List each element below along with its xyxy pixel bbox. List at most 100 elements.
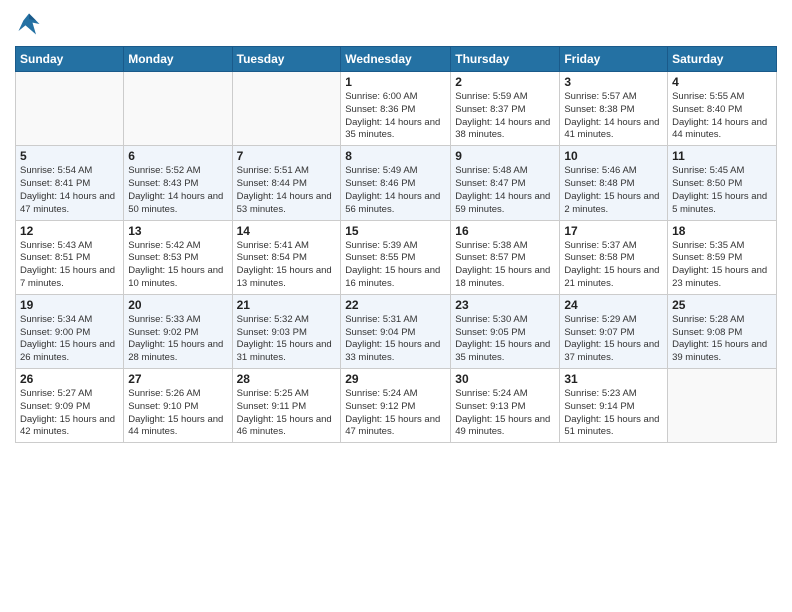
calendar-col-header: Thursday [451, 47, 560, 72]
calendar-week-row: 1 Sunrise: 6:00 AM Sunset: 8:36 PM Daylig… [16, 72, 777, 146]
logo-icon [15, 10, 43, 38]
day-number: 16 [455, 224, 555, 238]
day-number: 20 [128, 298, 227, 312]
calendar-cell: 24 Sunrise: 5:29 AM Sunset: 9:07 PM Dayli… [560, 294, 668, 368]
day-number: 10 [564, 149, 663, 163]
calendar-cell: 19Sunrise: 5:34 AM Sunset: 9:00 PM Dayli… [16, 294, 124, 368]
calendar-week-row: 19Sunrise: 5:34 AM Sunset: 9:00 PM Dayli… [16, 294, 777, 368]
day-info: Sunrise: 5:48 AM Sunset: 8:47 PM Dayligh… [455, 165, 555, 216]
calendar-cell: 15Sunrise: 5:39 AM Sunset: 8:55 PM Dayli… [341, 220, 451, 294]
calendar-col-header: Sunday [16, 47, 124, 72]
calendar-cell: 17 Sunrise: 5:37 AM Sunset: 8:58 PM Dayli… [560, 220, 668, 294]
calendar-week-row: 5 Sunrise: 5:54 AM Sunset: 8:41 PM Daylig… [16, 146, 777, 220]
day-number: 23 [455, 298, 555, 312]
calendar-cell: 30 Sunrise: 5:24 AM Sunset: 9:13 PM Dayli… [451, 369, 560, 443]
calendar-cell: 28 Sunrise: 5:25 AM Sunset: 9:11 PM Dayli… [232, 369, 341, 443]
calendar: SundayMondayTuesdayWednesdayThursdayFrid… [15, 46, 777, 443]
day-info: Sunrise: 5:43 AM Sunset: 8:51 PM Dayligh… [20, 240, 119, 291]
day-info: Sunrise: 5:55 AM Sunset: 8:40 PM Dayligh… [672, 91, 772, 142]
calendar-cell: 20 Sunrise: 5:33 AM Sunset: 9:02 PM Dayli… [124, 294, 232, 368]
calendar-cell: 29Sunrise: 5:24 AM Sunset: 9:12 PM Dayli… [341, 369, 451, 443]
calendar-cell: 16 Sunrise: 5:38 AM Sunset: 8:57 PM Dayli… [451, 220, 560, 294]
day-info: Sunrise: 5:32 AM Sunset: 9:03 PM Dayligh… [237, 314, 337, 365]
day-info: Sunrise: 5:26 AM Sunset: 9:10 PM Dayligh… [128, 388, 227, 439]
calendar-cell: 6Sunrise: 5:52 AM Sunset: 8:43 PM Daylig… [124, 146, 232, 220]
day-info: Sunrise: 5:38 AM Sunset: 8:57 PM Dayligh… [455, 240, 555, 291]
day-info: Sunrise: 5:34 AM Sunset: 9:00 PM Dayligh… [20, 314, 119, 365]
calendar-cell: 1 Sunrise: 6:00 AM Sunset: 8:36 PM Daylig… [341, 72, 451, 146]
calendar-cell: 5 Sunrise: 5:54 AM Sunset: 8:41 PM Daylig… [16, 146, 124, 220]
day-info: Sunrise: 5:29 AM Sunset: 9:07 PM Dayligh… [564, 314, 663, 365]
day-info: Sunrise: 5:57 AM Sunset: 8:38 PM Dayligh… [564, 91, 663, 142]
day-info: Sunrise: 5:27 AM Sunset: 9:09 PM Dayligh… [20, 388, 119, 439]
day-number: 28 [237, 372, 337, 386]
day-info: Sunrise: 5:33 AM Sunset: 9:02 PM Dayligh… [128, 314, 227, 365]
calendar-cell: 23 Sunrise: 5:30 AM Sunset: 9:05 PM Dayli… [451, 294, 560, 368]
logo [15, 10, 47, 38]
day-number: 30 [455, 372, 555, 386]
day-number: 17 [564, 224, 663, 238]
calendar-cell: 10 Sunrise: 5:46 AM Sunset: 8:48 PM Dayli… [560, 146, 668, 220]
calendar-week-row: 12Sunrise: 5:43 AM Sunset: 8:51 PM Dayli… [16, 220, 777, 294]
day-info: Sunrise: 5:39 AM Sunset: 8:55 PM Dayligh… [345, 240, 446, 291]
day-info: Sunrise: 5:54 AM Sunset: 8:41 PM Dayligh… [20, 165, 119, 216]
day-number: 1 [345, 75, 446, 89]
day-number: 6 [128, 149, 227, 163]
day-info: Sunrise: 5:41 AM Sunset: 8:54 PM Dayligh… [237, 240, 337, 291]
day-number: 31 [564, 372, 663, 386]
calendar-col-header: Wednesday [341, 47, 451, 72]
day-number: 22 [345, 298, 446, 312]
calendar-cell: 13Sunrise: 5:42 AM Sunset: 8:53 PM Dayli… [124, 220, 232, 294]
calendar-col-header: Friday [560, 47, 668, 72]
calendar-cell: 9 Sunrise: 5:48 AM Sunset: 8:47 PM Daylig… [451, 146, 560, 220]
calendar-header-row: SundayMondayTuesdayWednesdayThursdayFrid… [16, 47, 777, 72]
day-number: 5 [20, 149, 119, 163]
day-info: Sunrise: 5:59 AM Sunset: 8:37 PM Dayligh… [455, 91, 555, 142]
calendar-cell: 2 Sunrise: 5:59 AM Sunset: 8:37 PM Daylig… [451, 72, 560, 146]
calendar-cell: 31 Sunrise: 5:23 AM Sunset: 9:14 PM Dayli… [560, 369, 668, 443]
calendar-cell: 26 Sunrise: 5:27 AM Sunset: 9:09 PM Dayli… [16, 369, 124, 443]
calendar-cell [668, 369, 777, 443]
calendar-col-header: Saturday [668, 47, 777, 72]
calendar-cell: 21Sunrise: 5:32 AM Sunset: 9:03 PM Dayli… [232, 294, 341, 368]
day-info: Sunrise: 5:42 AM Sunset: 8:53 PM Dayligh… [128, 240, 227, 291]
day-number: 4 [672, 75, 772, 89]
calendar-cell: 25 Sunrise: 5:28 AM Sunset: 9:08 PM Dayli… [668, 294, 777, 368]
calendar-cell [16, 72, 124, 146]
day-number: 18 [672, 224, 772, 238]
calendar-cell [232, 72, 341, 146]
day-number: 11 [672, 149, 772, 163]
day-number: 26 [20, 372, 119, 386]
calendar-cell: 14Sunrise: 5:41 AM Sunset: 8:54 PM Dayli… [232, 220, 341, 294]
day-number: 9 [455, 149, 555, 163]
day-number: 24 [564, 298, 663, 312]
calendar-cell: 8Sunrise: 5:49 AM Sunset: 8:46 PM Daylig… [341, 146, 451, 220]
calendar-col-header: Tuesday [232, 47, 341, 72]
day-info: Sunrise: 5:49 AM Sunset: 8:46 PM Dayligh… [345, 165, 446, 216]
day-info: Sunrise: 5:30 AM Sunset: 9:05 PM Dayligh… [455, 314, 555, 365]
day-info: Sunrise: 5:24 AM Sunset: 9:13 PM Dayligh… [455, 388, 555, 439]
day-info: Sunrise: 5:35 AM Sunset: 8:59 PM Dayligh… [672, 240, 772, 291]
day-number: 27 [128, 372, 227, 386]
calendar-cell: 7 Sunrise: 5:51 AM Sunset: 8:44 PM Daylig… [232, 146, 341, 220]
calendar-cell [124, 72, 232, 146]
calendar-cell: 22Sunrise: 5:31 AM Sunset: 9:04 PM Dayli… [341, 294, 451, 368]
day-number: 25 [672, 298, 772, 312]
calendar-cell: 12Sunrise: 5:43 AM Sunset: 8:51 PM Dayli… [16, 220, 124, 294]
calendar-cell: 3 Sunrise: 5:57 AM Sunset: 8:38 PM Daylig… [560, 72, 668, 146]
header [15, 10, 777, 38]
page: SundayMondayTuesdayWednesdayThursdayFrid… [0, 0, 792, 453]
day-info: Sunrise: 5:51 AM Sunset: 8:44 PM Dayligh… [237, 165, 337, 216]
day-number: 3 [564, 75, 663, 89]
day-info: Sunrise: 5:23 AM Sunset: 9:14 PM Dayligh… [564, 388, 663, 439]
day-info: Sunrise: 5:25 AM Sunset: 9:11 PM Dayligh… [237, 388, 337, 439]
day-info: Sunrise: 6:00 AM Sunset: 8:36 PM Dayligh… [345, 91, 446, 142]
day-info: Sunrise: 5:28 AM Sunset: 9:08 PM Dayligh… [672, 314, 772, 365]
day-number: 7 [237, 149, 337, 163]
calendar-cell: 11Sunrise: 5:45 AM Sunset: 8:50 PM Dayli… [668, 146, 777, 220]
day-number: 2 [455, 75, 555, 89]
day-number: 29 [345, 372, 446, 386]
day-info: Sunrise: 5:46 AM Sunset: 8:48 PM Dayligh… [564, 165, 663, 216]
calendar-cell: 4 Sunrise: 5:55 AM Sunset: 8:40 PM Daylig… [668, 72, 777, 146]
day-info: Sunrise: 5:37 AM Sunset: 8:58 PM Dayligh… [564, 240, 663, 291]
